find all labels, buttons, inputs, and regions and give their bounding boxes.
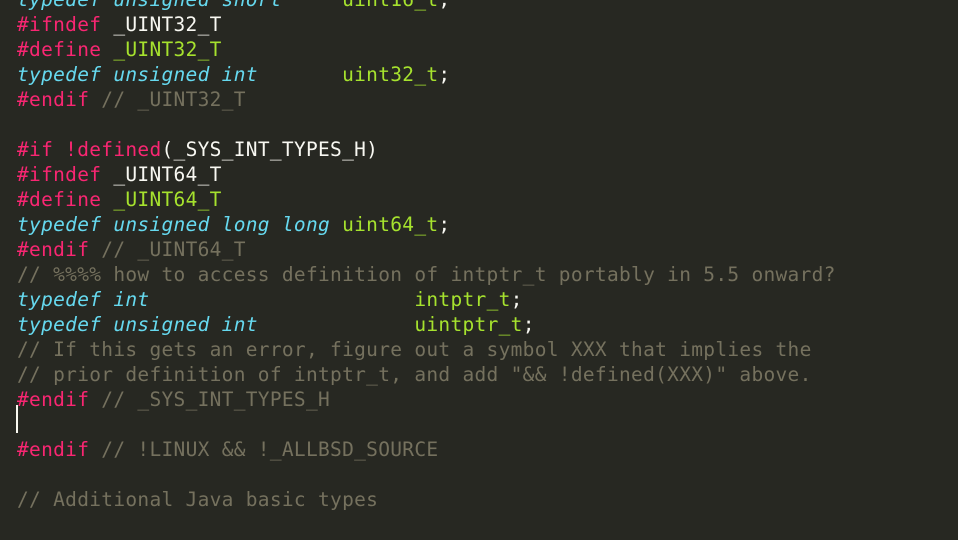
code-lines[interactable]: typedef unsigned short uint16_t;#ifndef … [17,0,836,540]
preprocessor-token: !defined [65,138,162,161]
text-cursor [16,405,18,433]
code-line[interactable]: #endif // !LINUX && !_ALLBSD_SOURCE [17,437,836,462]
code-line[interactable]: #endif // _UINT32_T [17,87,836,112]
code-text: _UINT32_T [101,13,222,36]
comment-token: // !LINUX && !_ALLBSD_SOURCE [89,438,439,461]
code-line[interactable]: #define _UINT64_T [17,187,836,212]
code-line[interactable]: #endif // _SYS_INT_TYPES_H [17,387,836,412]
code-line[interactable]: typedef unsigned int uint32_t; [17,62,836,87]
code-text: ; [438,213,451,236]
keyword-token: typedef int [17,288,150,311]
code-text: _UINT64_T [101,163,222,186]
preprocessor-token: #endif [17,238,90,261]
preprocessor-token: #define [17,38,102,61]
keyword-token: typedef unsigned int [17,63,258,86]
type-name-token: uint64_t [342,213,439,236]
preprocessor-token: #endif [17,88,90,111]
keyword-token: typedef unsigned short [17,0,282,11]
code-line[interactable]: typedef int intptr_t; [17,287,836,312]
comment-token: // If this gets an error, figure out a s… [17,338,812,361]
type-name-token: intptr_t [414,288,511,311]
preprocessor-token: #define [17,188,102,211]
type-name-token: uintptr_t [414,313,523,336]
code-line[interactable]: #define _UINT32_T [17,37,836,62]
code-line[interactable]: #endif // _UINT64_T [17,237,836,262]
type-name-token: _UINT64_T [113,188,222,211]
code-text: (_SYS_INT_TYPES_H) [161,138,379,161]
code-line[interactable]: // %%%% how to access definition of intp… [17,262,836,287]
code-text: ; [438,0,450,11]
code-text: ; [510,288,523,311]
code-line[interactable]: typedef unsigned int uintptr_t; [17,312,836,337]
comment-token: // Additional Java basic types [17,488,379,511]
code-line[interactable]: typedef unsigned long long uint64_t; [17,212,836,237]
keyword-token: typedef unsigned int [17,313,258,336]
type-name-token: uint16_t [342,0,438,11]
preprocessor-token: #ifndef [17,13,102,36]
code-text: ; [522,313,535,336]
code-line[interactable] [17,112,836,137]
code-line[interactable]: typedef unsigned short uint16_t; [17,0,836,12]
code-line[interactable] [17,412,836,437]
comment-token: // _UINT32_T [89,88,246,111]
code-line[interactable]: // Additional Java basic types [17,487,836,512]
type-name-token: uint32_t [342,63,439,86]
comment-token: // _SYS_INT_TYPES_H [89,388,331,411]
code-line[interactable]: #if !defined(_SYS_INT_TYPES_H) [17,137,836,162]
comment-token: // _UINT64_T [89,238,246,261]
code-text: ; [438,63,451,86]
code-line[interactable]: #ifndef _UINT32_T [17,12,836,37]
preprocessor-token: #if [17,138,54,161]
comment-token: // prior definition of intptr_t, and add… [17,363,812,386]
preprocessor-token: #endif [17,388,90,411]
code-line[interactable]: // If this gets an error, figure out a s… [17,337,836,362]
preprocessor-token: #ifndef [17,163,102,186]
keyword-token: typedef unsigned long long [17,213,331,236]
type-name-token: _UINT32_T [113,38,222,61]
code-line[interactable]: #ifndef _UINT64_T [17,162,836,187]
preprocessor-token: #endif [17,438,90,461]
code-editor[interactable]: typedef unsigned short uint16_t;#ifndef … [0,0,958,540]
comment-token: // %%%% how to access definition of intp… [17,263,836,286]
code-line[interactable]: // prior definition of intptr_t, and add… [17,362,836,387]
code-line[interactable] [17,462,836,487]
code-line[interactable] [17,512,836,537]
